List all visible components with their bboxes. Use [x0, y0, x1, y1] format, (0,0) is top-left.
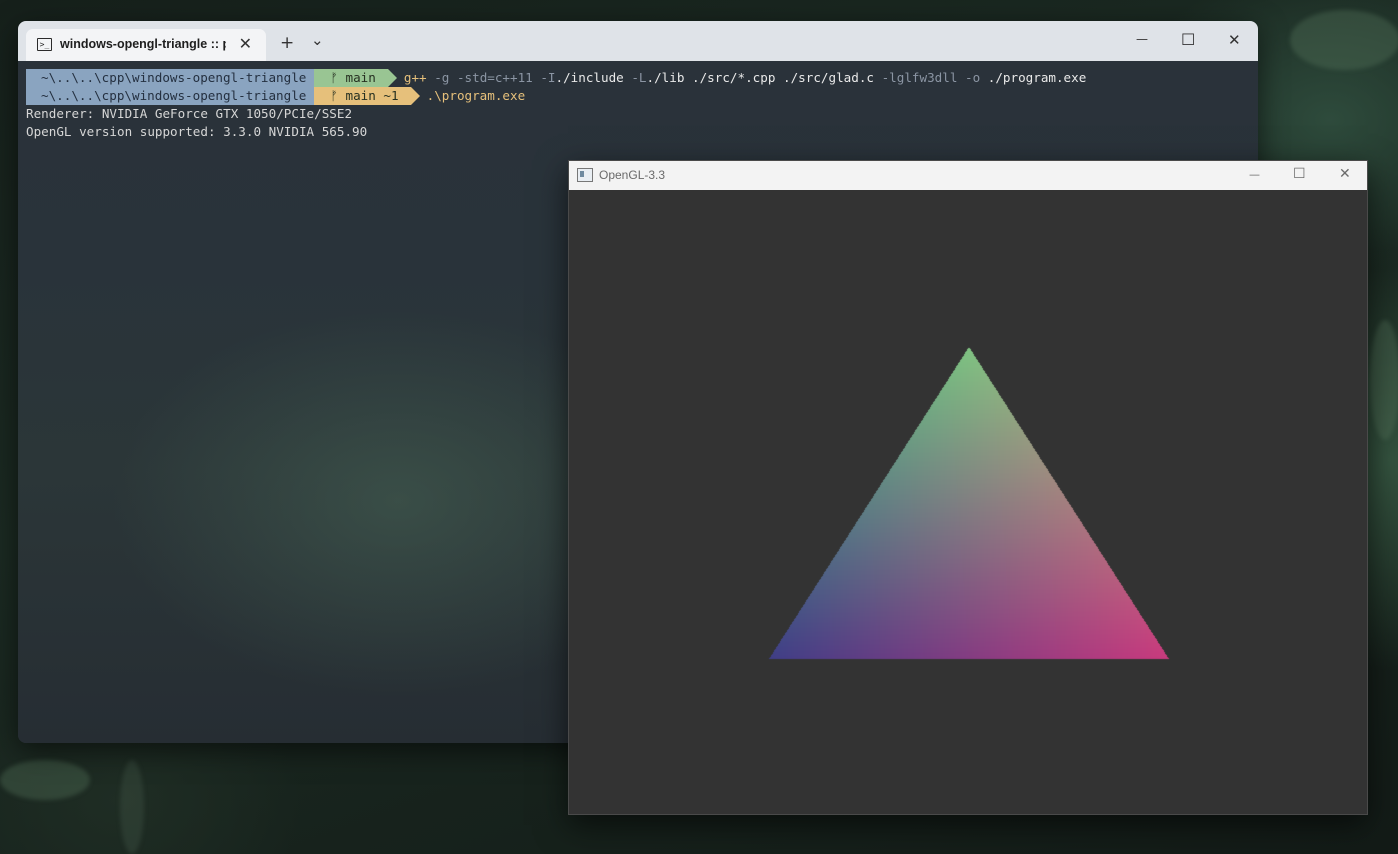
powershell-icon: >_ — [37, 38, 52, 51]
opengl-maximize-button[interactable]: ☐ — [1293, 166, 1306, 182]
background-leaf — [1370, 320, 1398, 440]
git-branch-label: main — [337, 70, 376, 85]
terminal-close-button[interactable]: ✕ — [1228, 31, 1241, 49]
opengl-window: OpenGL-3.3 — ☐ ✕ — [568, 160, 1368, 815]
git-branch-label: main ~1 — [337, 88, 399, 103]
terminal-titlebar[interactable]: >_ windows-opengl-triangle :: pw ✕ + ⌄ —… — [18, 21, 1258, 61]
tab-close-icon[interactable]: ✕ — [239, 34, 252, 53]
terminal-tab[interactable]: >_ windows-opengl-triangle :: pw ✕ — [26, 29, 266, 61]
opengl-close-button[interactable]: ✕ — [1339, 166, 1351, 182]
tab-dropdown-chevron-down-icon[interactable]: ⌄ — [311, 31, 324, 49]
terminal-maximize-button[interactable]: ☐ — [1181, 30, 1195, 49]
prompt-path-segment: ~\..\..\cpp\windows-opengl-triangle — [26, 87, 324, 105]
opengl-minimize-button[interactable]: — — [1249, 168, 1260, 181]
new-tab-button[interactable]: + — [280, 33, 294, 53]
prompt-path-segment: ~\..\..\cpp\windows-opengl-triangle — [26, 69, 324, 87]
command-name: .\program.exe — [426, 88, 526, 103]
tab-title: windows-opengl-triangle :: pw — [60, 37, 226, 51]
command-argument: -L — [623, 70, 647, 85]
background-leaf — [120, 760, 144, 854]
command-argument: -g — [426, 70, 450, 85]
command-argument: ./lib — [646, 70, 685, 85]
opengl-window-title: OpenGL-3.3 — [599, 168, 666, 182]
git-branch-icon: ᚠ — [330, 70, 338, 85]
output-line: Renderer: NVIDIA GeForce GTX 1050/PCIe/S… — [26, 106, 353, 121]
opengl-render-canvas[interactable] — [569, 190, 1367, 814]
terminal-minimize-button[interactable]: — — [1136, 32, 1148, 46]
command-argument: -lglfw3dll — [874, 70, 958, 85]
command-argument: -std=c++11 — [449, 70, 533, 85]
command-arguments: -g -std=c++11 -I./include -L./lib ./src/… — [426, 70, 1087, 85]
command-name: g++ — [403, 70, 427, 85]
background-leaf — [1290, 10, 1398, 70]
command-argument: ./program.exe — [980, 70, 1087, 85]
opengl-titlebar[interactable]: OpenGL-3.3 — ☐ ✕ — [569, 161, 1367, 190]
prompt-line: ~\..\..\cpp\windows-opengl-triangle ᚠ mai… — [26, 87, 525, 105]
command-argument: -o — [957, 70, 981, 85]
command-argument: ./src/*.cpp ./src/glad.c — [684, 70, 874, 85]
app-window-icon — [577, 168, 593, 182]
background-leaf — [0, 760, 90, 800]
prompt-git-branch-segment: ᚠ main — [314, 69, 398, 87]
prompt-line: ~\..\..\cpp\windows-opengl-triangle ᚠ mai… — [26, 69, 1086, 87]
git-branch-icon: ᚠ — [330, 88, 338, 103]
command-argument: ./include — [555, 70, 624, 85]
command-argument: -I — [532, 70, 556, 85]
prompt-git-branch-segment: ᚠ main ~1 — [314, 87, 420, 105]
output-line: OpenGL version supported: 3.3.0 NVIDIA 5… — [26, 124, 368, 139]
